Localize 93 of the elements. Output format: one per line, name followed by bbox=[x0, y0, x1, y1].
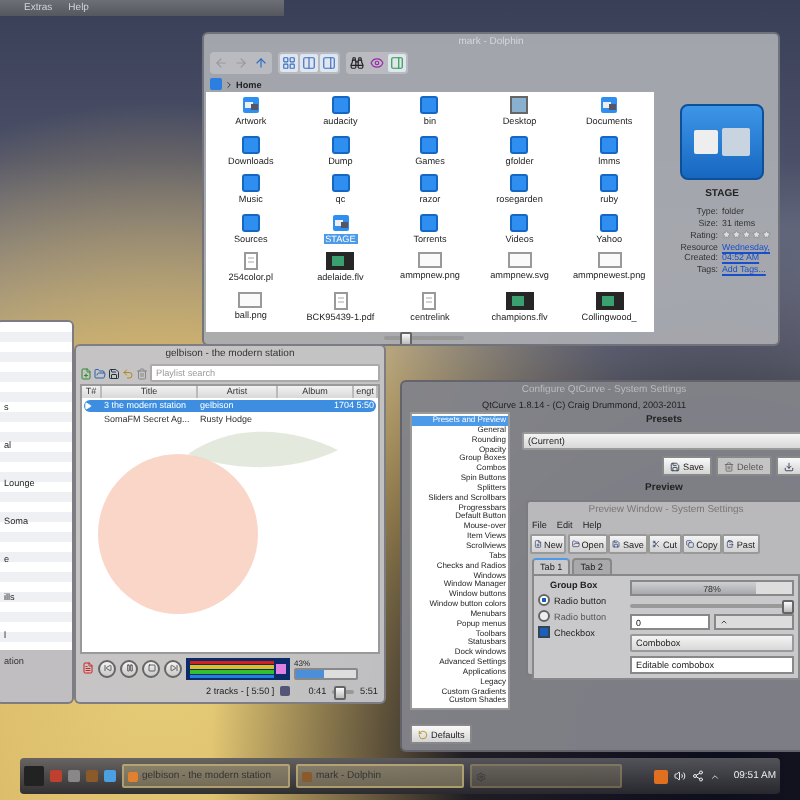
places-icon bbox=[210, 78, 222, 90]
stop-after-button[interactable] bbox=[82, 662, 94, 675]
document-icon bbox=[82, 662, 94, 675]
folder-icon bbox=[331, 135, 350, 153]
tray-icon[interactable] bbox=[653, 769, 668, 783]
clipboard-icon bbox=[726, 540, 735, 548]
arrow-left-icon bbox=[214, 56, 228, 70]
skip-forward-icon bbox=[169, 664, 177, 673]
arrow-right-icon bbox=[234, 56, 248, 70]
panel-icon bbox=[390, 56, 404, 70]
save-icon bbox=[670, 461, 680, 471]
columns-icon bbox=[302, 56, 316, 70]
eye-icon bbox=[370, 56, 384, 70]
previous-button[interactable] bbox=[98, 659, 116, 678]
video-thumbnail-icon bbox=[505, 291, 534, 309]
pause-icon bbox=[125, 664, 133, 673]
stop-button[interactable] bbox=[142, 659, 160, 678]
image-thumbnail-icon bbox=[417, 252, 442, 268]
spectrum-drawing bbox=[186, 657, 290, 680]
folder-icon bbox=[510, 174, 529, 192]
grid-icon bbox=[282, 56, 296, 70]
panel-icon bbox=[322, 56, 336, 70]
copy-icon bbox=[686, 540, 695, 548]
spin-box-second[interactable] bbox=[714, 614, 794, 630]
folder-icon bbox=[241, 96, 260, 114]
video-thumbnail-icon bbox=[595, 291, 624, 309]
folder-icon bbox=[331, 96, 350, 114]
folder-icon bbox=[600, 135, 619, 153]
arrow-up-icon bbox=[254, 56, 268, 70]
folder-icon bbox=[420, 96, 439, 114]
trash-icon bbox=[723, 461, 734, 471]
detail-view-button[interactable] bbox=[300, 54, 318, 72]
image-thumbnail-icon bbox=[597, 252, 622, 268]
add-button[interactable] bbox=[80, 367, 92, 379]
folder-icon bbox=[600, 213, 619, 231]
folder-icon bbox=[420, 174, 439, 192]
skip-back-icon bbox=[103, 664, 111, 673]
next-button[interactable] bbox=[164, 659, 182, 678]
document-icon bbox=[333, 291, 348, 309]
task-button[interactable] bbox=[470, 764, 622, 788]
split-button[interactable] bbox=[388, 54, 406, 72]
add-icon bbox=[80, 367, 92, 379]
save-icon bbox=[612, 540, 621, 548]
folder-icon bbox=[331, 213, 350, 231]
folder-icon bbox=[420, 135, 439, 153]
folder-icon bbox=[571, 540, 580, 548]
pause-button[interactable] bbox=[120, 659, 138, 678]
folder-preview-icon bbox=[680, 104, 764, 180]
folder-icon bbox=[241, 174, 260, 192]
volume-icon bbox=[673, 770, 686, 782]
reset-icon bbox=[418, 729, 428, 739]
folder-icon bbox=[600, 174, 619, 192]
radio-button[interactable] bbox=[538, 610, 550, 622]
save-icon bbox=[108, 367, 120, 379]
zoom-handle[interactable] bbox=[400, 332, 412, 344]
document-icon bbox=[422, 291, 437, 309]
document-icon bbox=[243, 252, 258, 270]
network-icon bbox=[691, 770, 704, 782]
folder-icon bbox=[420, 213, 439, 231]
up-button[interactable] bbox=[252, 54, 270, 72]
save-button[interactable] bbox=[108, 367, 120, 379]
volume-slider[interactable] bbox=[294, 668, 358, 680]
gear-icon bbox=[476, 771, 486, 781]
folder-icon bbox=[241, 213, 260, 231]
scissors-icon bbox=[652, 540, 661, 548]
seek-handle[interactable] bbox=[334, 685, 347, 699]
chevron-up-icon bbox=[709, 771, 720, 781]
folder-icon bbox=[331, 174, 350, 192]
find-button[interactable] bbox=[348, 54, 366, 72]
chevron-right-icon bbox=[224, 79, 234, 89]
checkbox[interactable] bbox=[538, 626, 550, 638]
undo-icon bbox=[122, 367, 134, 379]
slider-handle[interactable] bbox=[781, 599, 794, 613]
new-file-icon bbox=[534, 540, 542, 548]
radio-button[interactable] bbox=[538, 594, 550, 606]
clear-button[interactable] bbox=[136, 367, 148, 379]
image-thumbnail-icon bbox=[507, 252, 532, 268]
download-icon bbox=[783, 461, 794, 471]
stop-icon bbox=[147, 664, 155, 673]
binoculars-icon bbox=[350, 56, 364, 70]
icon-view-button[interactable] bbox=[280, 54, 298, 72]
video-thumbnail-icon bbox=[326, 252, 355, 270]
folder-icon bbox=[510, 213, 529, 231]
folder-icon bbox=[94, 367, 106, 379]
playlist-icon bbox=[280, 686, 291, 696]
folder-icon bbox=[510, 135, 529, 153]
import-button[interactable] bbox=[775, 456, 800, 476]
image-thumbnail-icon bbox=[238, 291, 263, 307]
start-menu-icon[interactable] bbox=[24, 766, 44, 786]
folder-icon bbox=[600, 96, 619, 114]
trash-icon bbox=[136, 367, 148, 379]
folder-icon bbox=[241, 135, 260, 153]
column-view-button[interactable] bbox=[320, 54, 338, 72]
